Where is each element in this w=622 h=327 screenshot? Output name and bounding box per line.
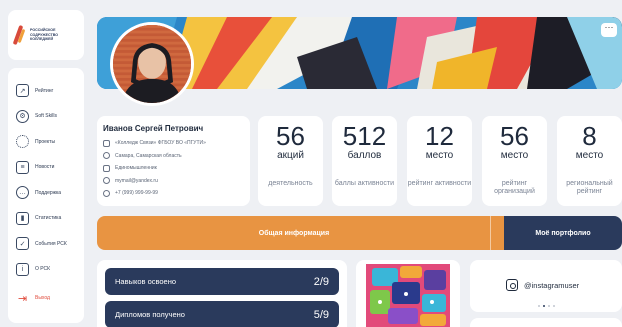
skill-value: 5/9 (313, 308, 329, 321)
stat-card-org-rank: 56 место рейтинг организаций (482, 116, 547, 206)
info-icon: i (16, 262, 29, 276)
tab-portfolio[interactable]: Моё портфолио (504, 216, 622, 250)
stat-value: 8 (582, 121, 597, 151)
stat-description: рейтинг активности (407, 180, 472, 187)
at-sign-icon (103, 177, 110, 185)
stat-card-actions: 56 акций деятельность (258, 116, 323, 206)
profile-info-card: Иванов Сергей Петрович «Колледж Связи» Ф… (97, 116, 250, 206)
stat-unit: место (500, 150, 529, 161)
stat-description: региональный рейтинг (566, 180, 613, 195)
badge-icon (103, 164, 110, 172)
gear-icon: ⚙ (16, 109, 29, 123)
building-icon (103, 139, 110, 147)
phone-icon (103, 189, 110, 197)
stat-unit: баллов (347, 150, 382, 161)
stat-value: 12 (425, 121, 454, 151)
sidebar-item-label: Проекты (35, 138, 56, 145)
stat-value: 56 (276, 121, 305, 151)
profile-college: «Колледж Связи» ФГБОУ ВО «ПГУТИ» (115, 140, 206, 147)
carousel-pager (470, 305, 622, 307)
stat-description: рейтинг организаций (494, 180, 535, 195)
avatar[interactable] (110, 22, 194, 106)
document-icon: ≡ (16, 160, 29, 174)
stat-description: баллы активности (334, 180, 395, 187)
logout-button[interactable]: ⇥ Выход (16, 286, 50, 312)
sidebar: РОССИЙСКОЕ СОДРУЖЕСТВО КОЛЛЕДЖЕЙ ↗ Рейти… (8, 10, 84, 323)
profile-specialty: Единомышленник (115, 165, 157, 172)
sidebar-item-events[interactable]: ✓ События РСК (16, 231, 76, 257)
profile-city-row: Самара, Самарская область (103, 150, 244, 163)
chat-icon: … (16, 186, 29, 200)
sidebar-item-label: Поддержка (35, 189, 62, 196)
stat-value: 56 (500, 121, 529, 151)
pager-dot[interactable] (552, 305, 555, 307)
sidebar-item-support[interactable]: … Поддержка (16, 180, 76, 206)
stat-unit: место (575, 150, 604, 161)
skill-value: 2/9 (313, 275, 329, 288)
profile-college-row: «Колледж Связи» ФГБОУ ВО «ПГУТИ» (103, 137, 244, 150)
tab-divider (491, 216, 504, 250)
media-card[interactable] (356, 260, 460, 327)
sidebar-nav: ↗ Рейтинг ⚙ Soft Skills Проекты ≡ Новост… (8, 68, 84, 323)
stat-unit: акций (277, 150, 304, 161)
media-artwork (366, 264, 450, 327)
profile-name: Иванов Сергей Петрович (103, 124, 204, 133)
sidebar-item-soft-skills[interactable]: ⚙ Soft Skills (16, 104, 76, 130)
sidebar-item-label: Рейтинг (35, 87, 54, 94)
profile-email-row: mymail@yandex.ru (103, 175, 244, 188)
skills-card: Навыков освоено 2/9 Дипломов получено 5/… (97, 260, 347, 327)
stat-card-points: 512 баллов баллы активности (332, 116, 397, 206)
profile-phone-row: +7 (999) 999-99-99 (103, 187, 244, 200)
stat-value: 512 (342, 121, 387, 151)
pager-dot[interactable] (547, 305, 550, 307)
secondary-card (470, 318, 622, 327)
stat-description: деятельность (268, 180, 313, 187)
instagram-card[interactable]: @instagramuser (470, 260, 622, 312)
instagram-link[interactable]: @instagramuser (506, 279, 579, 291)
rsk-logo-icon (14, 25, 26, 45)
sidebar-item-statistics[interactable]: ▮ Статистика (16, 206, 76, 232)
sidebar-item-projects[interactable]: Проекты (16, 129, 76, 155)
banner-menu-button[interactable]: ··· (601, 23, 617, 37)
pager-dot-active[interactable] (542, 305, 545, 307)
bar-chart-icon: ▮ (16, 211, 29, 225)
profile-email[interactable]: mymail@yandex.ru (115, 178, 158, 184)
logout-icon: ⇥ (17, 292, 28, 305)
logo-text: РОССИЙСКОЕ СОДРУЖЕСТВО КОЛЛЕДЖЕЙ (30, 28, 59, 42)
chart-line-icon: ↗ (16, 84, 29, 98)
stat-unit: место (425, 150, 454, 161)
tab-general-info[interactable]: Общая информация (97, 216, 491, 250)
profile-tabs: Общая информация Моё портфолио (97, 216, 622, 250)
skill-label: Навыков освоено (115, 277, 177, 286)
location-pin-icon (103, 152, 110, 160)
instagram-icon (506, 279, 518, 291)
sidebar-item-label: Новости (35, 164, 55, 171)
sidebar-item-rating[interactable]: ↗ Рейтинг (16, 78, 76, 104)
profile-city: Самара, Самарская область (115, 152, 182, 159)
stat-card-regional-rank: 8 место региональный рейтинг (557, 116, 622, 206)
instagram-handle: @instagramuser (524, 280, 580, 290)
sidebar-item-label: Статистика (35, 215, 62, 222)
calendar-check-icon: ✓ (16, 237, 29, 251)
sidebar-item-label: События РСК (35, 240, 67, 247)
spinner-icon (16, 135, 29, 149)
sidebar-item-news[interactable]: ≡ Новости (16, 155, 76, 181)
logout-label: Выход (35, 295, 50, 302)
profile-phone[interactable]: +7 (999) 999-99-99 (115, 190, 158, 196)
skill-label: Дипломов получено (115, 310, 185, 319)
stat-card-activity-rank: 12 место рейтинг активности (407, 116, 472, 206)
diplomas-received-bar[interactable]: Дипломов получено 5/9 (105, 301, 339, 327)
profile-specialty-row: Единомышленник (103, 162, 244, 175)
sidebar-item-label: О РСК (35, 266, 51, 273)
skills-mastered-bar[interactable]: Навыков освоено 2/9 (105, 268, 339, 295)
pager-dot[interactable] (537, 305, 540, 307)
avatar-photo (113, 25, 191, 103)
sidebar-item-about[interactable]: i О РСК (16, 257, 76, 283)
logo[interactable]: РОССИЙСКОЕ СОДРУЖЕСТВО КОЛЛЕДЖЕЙ (8, 10, 84, 60)
sidebar-item-label: Soft Skills (35, 113, 57, 120)
